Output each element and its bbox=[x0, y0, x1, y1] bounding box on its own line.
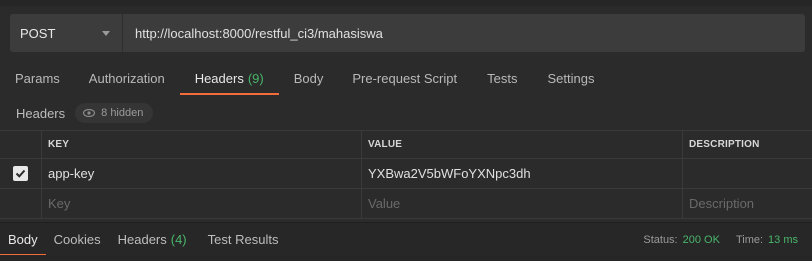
hidden-headers-toggle[interactable]: 8 hidden bbox=[75, 103, 154, 123]
table-header-row: KEY VALUE DESCRIPTION bbox=[0, 130, 812, 159]
headers-count: (9) bbox=[247, 71, 264, 86]
request-tabs: Params Authorization Headers (9) Body Pre… bbox=[0, 62, 812, 95]
tab-pre-request-script[interactable]: Pre-request Script bbox=[352, 62, 457, 95]
row-description-field[interactable] bbox=[683, 159, 812, 188]
eye-icon bbox=[83, 109, 96, 117]
table-row: app-key YXBwa2V5bWFoYXNpc3dh bbox=[0, 159, 812, 189]
url-input[interactable]: http://localhost:8000/restful_ci3/mahasi… bbox=[123, 26, 383, 41]
column-description: DESCRIPTION bbox=[689, 139, 760, 150]
check-icon bbox=[15, 169, 26, 178]
new-value-input[interactable]: Value bbox=[362, 189, 683, 218]
table-row-new: Key Value Description bbox=[0, 189, 812, 219]
method-label: POST bbox=[20, 25, 56, 41]
header-check-cell bbox=[0, 131, 42, 158]
headers-bar: Headers 8 hidden bbox=[0, 96, 812, 130]
bottom-strip bbox=[0, 255, 812, 261]
row-checkbox[interactable] bbox=[13, 166, 28, 181]
tab-body[interactable]: Body bbox=[294, 62, 324, 95]
status-value: 200 OK bbox=[682, 233, 720, 246]
tab-params[interactable]: Params bbox=[15, 62, 60, 95]
row-key-field[interactable]: app-key bbox=[42, 159, 362, 188]
time-label: Time: bbox=[735, 233, 764, 246]
row-check-cell bbox=[0, 159, 42, 188]
tab-headers[interactable]: Headers (9) bbox=[179, 62, 279, 95]
chevron-down-icon bbox=[102, 31, 110, 36]
response-headers-count: (4) bbox=[170, 231, 187, 247]
new-key-input[interactable]: Key bbox=[42, 189, 362, 218]
response-tab-body[interactable]: Body bbox=[0, 223, 46, 256]
tab-authorization[interactable]: Authorization bbox=[89, 62, 165, 95]
time-value: 13 ms bbox=[768, 233, 798, 246]
column-value: VALUE bbox=[362, 131, 683, 158]
hidden-count-label: 8 hidden bbox=[101, 107, 144, 119]
status-label: Status: bbox=[643, 233, 678, 246]
top-strip bbox=[0, 0, 812, 6]
row-value-field[interactable]: YXBwa2V5bWFoYXNpc3dh bbox=[362, 159, 683, 188]
request-bar: POST http://localhost:8000/restful_ci3/m… bbox=[10, 14, 805, 52]
response-status: Status: 200 OK Time: 13 ms bbox=[643, 223, 798, 256]
method-select[interactable]: POST bbox=[10, 14, 123, 52]
headers-title: Headers bbox=[16, 105, 66, 121]
response-bar: Body Cookies Headers (4) Test Results Sta… bbox=[0, 222, 812, 256]
column-key: KEY bbox=[42, 131, 362, 158]
tab-tests[interactable]: Tests bbox=[487, 62, 517, 95]
tab-settings[interactable]: Settings bbox=[547, 62, 594, 95]
response-tab-test-results[interactable]: Test Results bbox=[208, 223, 279, 256]
new-description-input[interactable]: Description bbox=[683, 189, 812, 218]
response-tab-headers[interactable]: Headers (4) bbox=[118, 223, 187, 256]
new-row-check-cell bbox=[0, 189, 42, 218]
headers-table: KEY VALUE DESCRIPTION app-key YXBwa2V5bW… bbox=[0, 130, 812, 219]
response-tab-cookies[interactable]: Cookies bbox=[54, 223, 101, 256]
